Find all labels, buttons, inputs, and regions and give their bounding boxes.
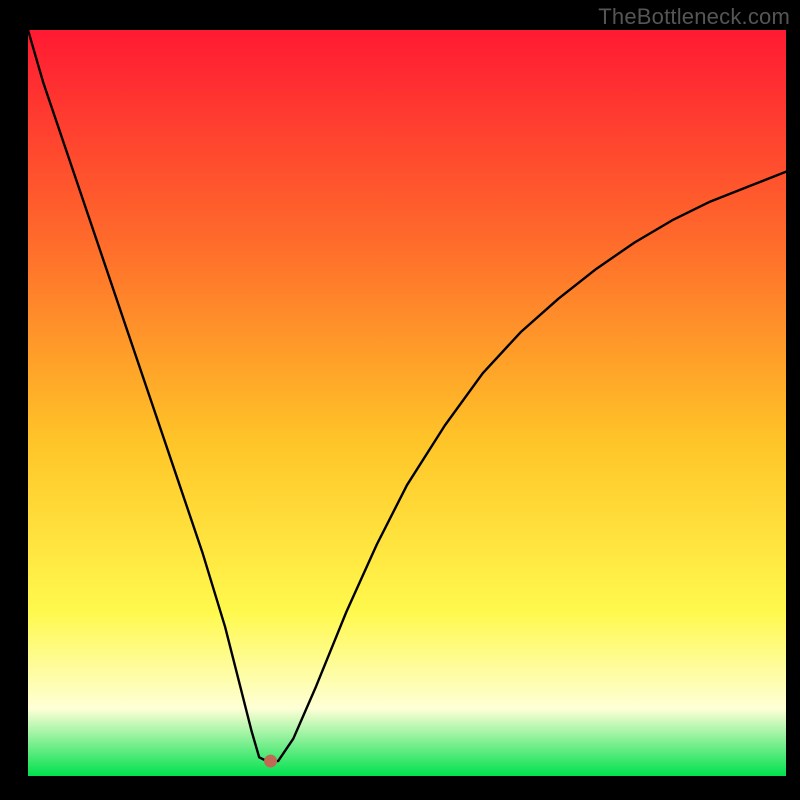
chart-frame: TheBottleneck.com [0,0,800,800]
gradient-background [28,30,786,776]
watermark-text: TheBottleneck.com [598,4,790,30]
chart-svg [28,30,786,776]
minimum-marker [264,755,277,768]
plot-area [28,30,786,776]
